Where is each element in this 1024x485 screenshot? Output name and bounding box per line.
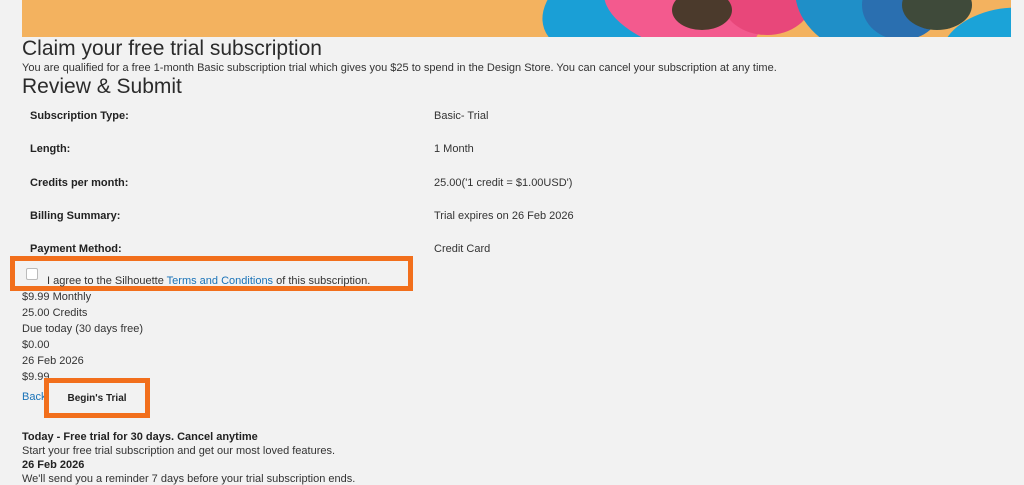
agreement-suffix: of this subscription.: [273, 275, 371, 287]
billing-summary-value: Trial expires on 26 Feb 2026: [434, 210, 574, 222]
credits-amount: 25.00 Credits: [22, 307, 88, 319]
reminder-text: We'll send you a reminder 7 days before …: [22, 473, 356, 485]
agreement-text: I agree to the Silhouette Terms and Cond…: [47, 275, 370, 287]
subscription-type-value: Basic- Trial: [434, 110, 489, 122]
renewal-date: 26 Feb 2026: [22, 355, 84, 367]
length-value: 1 Month: [434, 143, 474, 155]
subscription-type-label: Subscription Type:: [30, 110, 129, 122]
trial-intro-text: You are qualified for a free 1-month Bas…: [22, 62, 777, 74]
billing-summary-label: Billing Summary:: [30, 210, 121, 222]
review-heading: Review & Submit: [22, 75, 182, 98]
trial-end-date: 26 Feb 2026: [22, 459, 85, 471]
terms-link[interactable]: Terms and Conditions: [167, 275, 273, 287]
monthly-price: $9.99 Monthly: [22, 291, 92, 303]
payment-method-label: Payment Method:: [30, 243, 122, 255]
hero-banner-image: [22, 0, 1011, 37]
agreement-prefix: I agree to the Silhouette: [47, 275, 167, 287]
length-label: Length:: [30, 143, 71, 155]
back-link[interactable]: Back: [22, 391, 46, 403]
agree-checkbox[interactable]: [26, 268, 38, 280]
payment-method-value: Credit Card: [434, 243, 491, 255]
today-title: Today - Free trial for 30 days. Cancel a…: [22, 431, 258, 443]
today-text: Start your free trial subscription and g…: [22, 445, 336, 457]
page-title: Claim your free trial subscription: [22, 37, 322, 60]
due-today-label: Due today (30 days free): [22, 323, 144, 335]
due-today-amount: $0.00: [22, 339, 50, 351]
begin-trial-button[interactable]: Begin's Trial: [53, 386, 141, 410]
credits-value: 25.00('1 credit = $1.00USD'): [434, 177, 573, 189]
credits-label: Credits per month:: [30, 177, 129, 189]
